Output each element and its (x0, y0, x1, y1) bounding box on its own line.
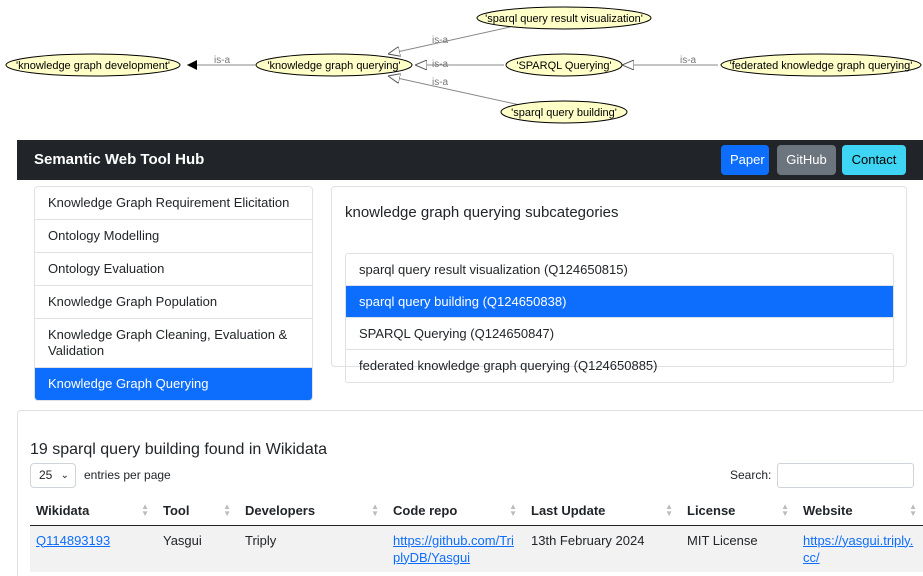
column-header-developers[interactable]: Developers ▲ ▼ (239, 497, 387, 526)
cell-wikidata: Q114893193 (30, 525, 157, 572)
website-link[interactable]: https://yasgui.triply.cc/ (803, 533, 913, 565)
entries-per-page-label: entries per page (84, 468, 171, 482)
subcategory-item-visualization[interactable]: sparql query result visualization (Q1246… (346, 254, 893, 286)
subcategory-item-sparql[interactable]: SPARQL Querying (Q124650847) (346, 318, 893, 350)
table-row: Q114893193 Yasgui Triply https://github.… (30, 525, 923, 572)
category-item-kg-querying[interactable]: Knowledge Graph Querying (35, 368, 312, 400)
column-header-wikidata[interactable]: Wikidata ▲ ▼ (30, 497, 157, 526)
svg-text:'knowledge graph querying': 'knowledge graph querying' (267, 60, 400, 72)
entries-per-page-value: 25 (39, 468, 53, 482)
sort-icon: ▲ ▼ (223, 502, 231, 518)
node-query-building[interactable]: 'sparql query building' (500, 100, 628, 124)
svg-text:'knowledge graph development': 'knowledge graph development' (16, 60, 170, 72)
edge-label-5: is-a (680, 55, 697, 66)
search-label: Search: (730, 468, 772, 482)
sort-icon: ▲ ▼ (371, 502, 379, 518)
sort-icon: ▲ ▼ (781, 502, 789, 518)
node-kg-querying[interactable]: 'knowledge graph querying' (255, 53, 413, 77)
subcategories-card: knowledge graph querying subcategories s… (331, 186, 907, 383)
node-sparql-querying[interactable]: 'SPARQL Querying' (505, 53, 623, 77)
column-header-license[interactable]: License ▲ ▼ (681, 497, 797, 526)
category-item-ontology-evaluation[interactable]: Ontology Evaluation (35, 253, 312, 286)
category-item-ontology-modelling[interactable]: Ontology Modelling (35, 220, 312, 253)
svg-text:'sparql query building': 'sparql query building' (511, 107, 617, 119)
cell-website: https://yasgui.triply.cc/ (797, 525, 923, 572)
column-header-tool[interactable]: Tool ▲ ▼ (157, 497, 239, 526)
top-navbar: Semantic Web Tool Hub Paper GitHub Conta… (17, 140, 923, 180)
edge-label-3: is-a (432, 59, 449, 70)
subcategory-list: sparql query result visualization (Q1246… (345, 253, 894, 383)
contact-button[interactable]: Contact (842, 145, 906, 175)
subcategory-item-federated[interactable]: federated knowledge graph querying (Q124… (346, 350, 893, 382)
category-list: Knowledge Graph Requirement Elicitation … (34, 186, 313, 401)
brand-title[interactable]: Semantic Web Tool Hub (34, 151, 204, 168)
node-result-visualization[interactable]: 'sparql query result visualization' (476, 6, 652, 30)
sort-icon: ▲ ▼ (141, 502, 149, 518)
sort-icon: ▲ ▼ (909, 502, 917, 518)
wikidata-link[interactable]: Q114893193 (36, 533, 110, 548)
chevron-down-icon: ⌄ (60, 470, 69, 481)
code-repo-link[interactable]: https://github.com/TriplyDB/Yasgui (393, 533, 514, 565)
entries-per-page-select[interactable]: 25 ⌄ (30, 463, 76, 488)
edge-building-kgquery (388, 76, 521, 106)
cell-license: MIT License (681, 525, 797, 572)
search-input[interactable] (777, 463, 914, 488)
edge-viz-kgquery (388, 26, 511, 54)
node-federated-querying[interactable]: 'federated knowledge graph querying' (720, 53, 922, 77)
tools-table: Wikidata ▲ ▼ Tool ▲ ▼ Developers ▲ ▼ Code repo… (30, 497, 923, 572)
edge-label-2: is-a (432, 35, 449, 46)
cell-developers: Triply (239, 525, 387, 572)
node-kg-development[interactable]: 'knowledge graph development' (5, 53, 181, 77)
edge-label-1: is-a (214, 55, 231, 66)
column-header-code-repo[interactable]: Code repo ▲ ▼ (387, 497, 525, 526)
column-header-website[interactable]: Website ▲ ▼ (797, 497, 923, 526)
svg-text:'sparql query result visualiza: 'sparql query result visualization' (485, 13, 643, 25)
sort-icon: ▲ ▼ (509, 502, 517, 518)
svg-text:'federated knowledge graph que: 'federated knowledge graph querying' (730, 60, 913, 72)
category-item-requirement-elicitation[interactable]: Knowledge Graph Requirement Elicitation (35, 187, 312, 220)
paper-button[interactable]: Paper (721, 145, 769, 175)
subcategory-item-building[interactable]: sparql query building (Q124650838) (346, 286, 893, 318)
sort-icon: ▲ ▼ (665, 502, 673, 518)
results-title: 19 sparql query building found in Wikida… (30, 441, 328, 458)
github-button[interactable]: GitHub (777, 145, 836, 175)
cell-last-update: 13th February 2024 (525, 525, 681, 572)
table-header-row: Wikidata ▲ ▼ Tool ▲ ▼ Developers ▲ ▼ Code repo… (30, 497, 923, 526)
category-item-kg-cleaning[interactable]: Knowledge Graph Cleaning, Evaluation & V… (35, 319, 312, 368)
cell-code-repo: https://github.com/TriplyDB/Yasgui (387, 525, 525, 572)
edge-label-4: is-a (432, 77, 449, 88)
taxonomy-graph: is-a is-a is-a is-a is-a 'knowledge grap… (5, 6, 922, 124)
category-item-kg-population[interactable]: Knowledge Graph Population (35, 286, 312, 319)
subcategories-title: knowledge graph querying subcategories (345, 204, 619, 221)
results-card: 19 sparql query building found in Wikida… (17, 410, 923, 576)
svg-text:'SPARQL Querying': 'SPARQL Querying' (516, 60, 611, 72)
column-header-last-update[interactable]: Last Update ▲ ▼ (525, 497, 681, 526)
cell-tool: Yasgui (157, 525, 239, 572)
